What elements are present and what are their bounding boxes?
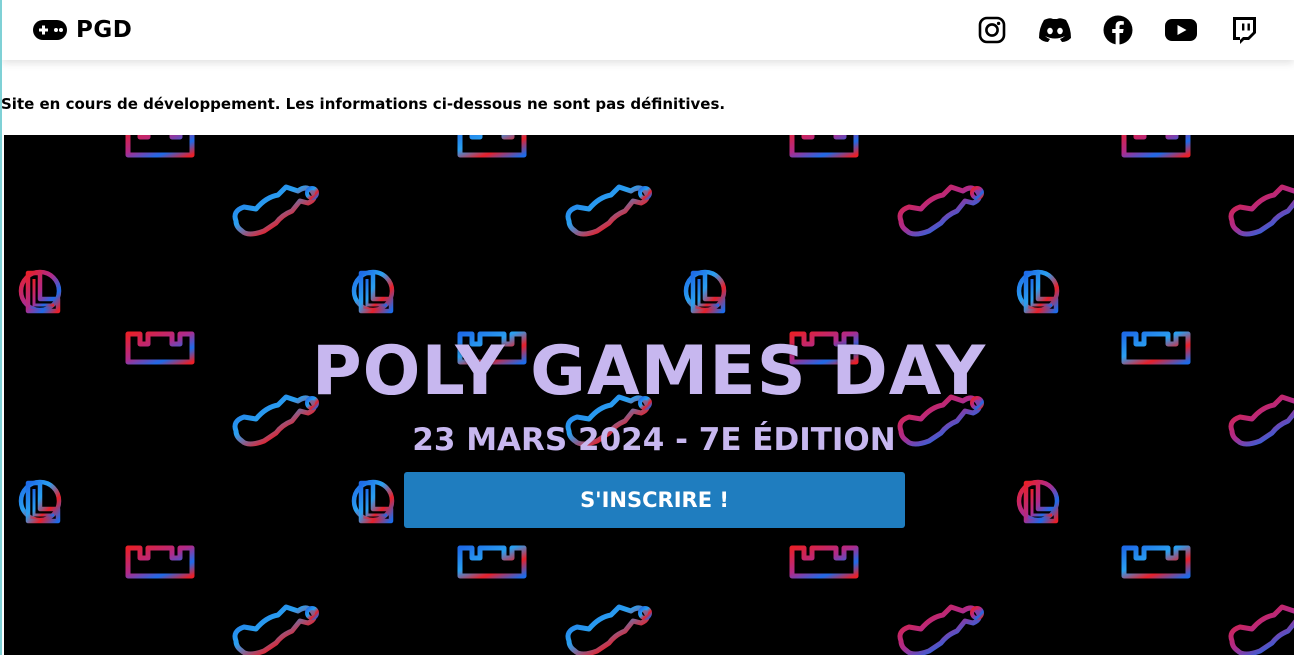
hero-banner: POLY GAMES DAY 23 MARS 2024 - 7E ÉDITION… (4, 135, 1294, 655)
brand-home-link[interactable]: PGD (32, 17, 132, 43)
facebook-icon (1103, 15, 1133, 45)
page-left-border (0, 0, 2, 655)
facebook-link[interactable] (1098, 10, 1138, 50)
brand-name: PGD (76, 17, 133, 43)
youtube-link[interactable] (1161, 10, 1201, 50)
instagram-icon (978, 16, 1006, 44)
top-navbar: PGD (2, 0, 1294, 60)
discord-icon (1039, 18, 1071, 42)
gamepad-icon (33, 20, 67, 40)
event-date-edition: 23 MARS 2024 - 7E ÉDITION (412, 422, 896, 458)
development-notice: Site en cours de développement. Les info… (1, 95, 726, 113)
social-links (972, 10, 1264, 50)
twitch-icon (1233, 17, 1256, 44)
youtube-icon (1165, 19, 1197, 41)
instagram-link[interactable] (972, 10, 1012, 50)
register-button[interactable]: S'INSCRIRE ! (404, 472, 905, 528)
discord-link[interactable] (1035, 10, 1075, 50)
event-title: POLY GAMES DAY (311, 332, 987, 411)
twitch-link[interactable] (1224, 10, 1264, 50)
